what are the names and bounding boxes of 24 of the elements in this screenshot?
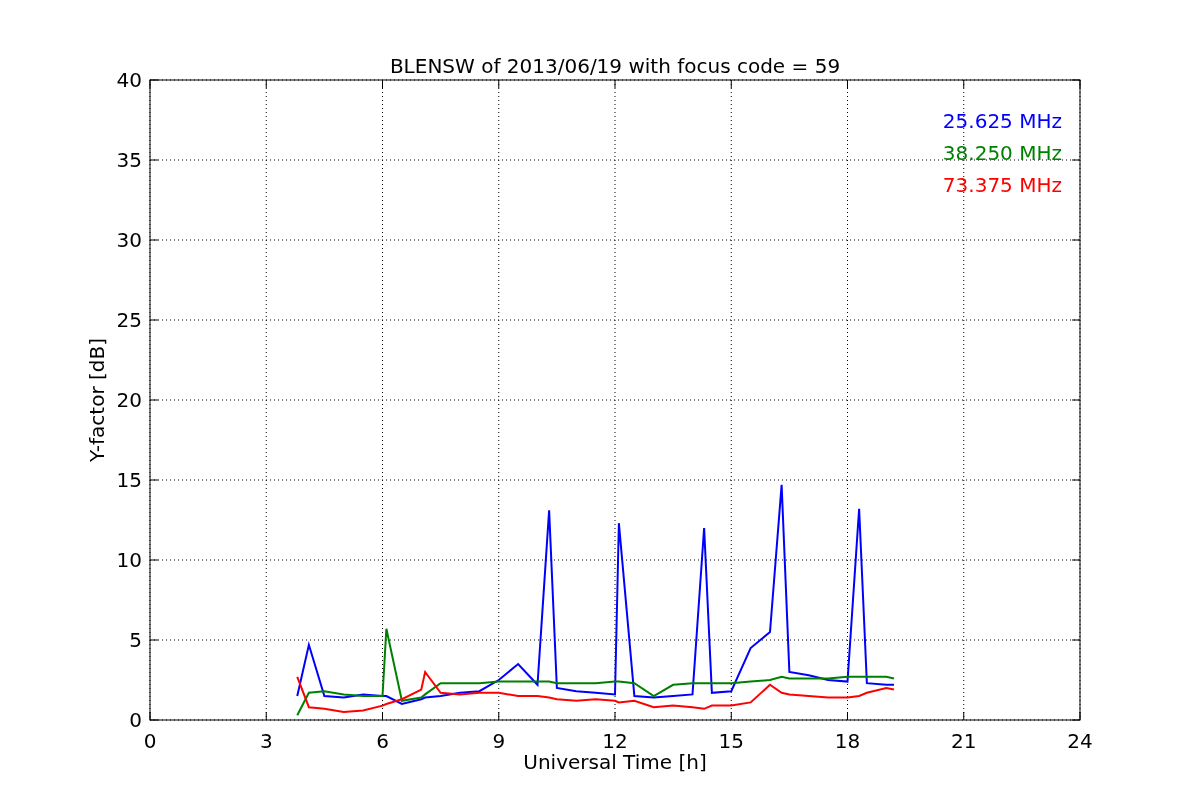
- tick-label: 25: [116, 308, 142, 332]
- tick-label: 15: [116, 468, 142, 492]
- legend-label: 38.250 MHz: [942, 141, 1062, 165]
- tick-label: 20: [116, 388, 142, 412]
- tick-label: 30: [116, 228, 142, 252]
- tick-label: 12: [602, 729, 628, 753]
- tick-label: 0: [129, 708, 142, 732]
- tick-label: 35: [116, 148, 142, 172]
- tick-label: 21: [951, 729, 977, 753]
- axis-label: Universal Time [h]: [523, 750, 707, 774]
- tick-label: 6: [376, 729, 389, 753]
- tick-label: 9: [492, 729, 506, 753]
- tick-label: 40: [116, 68, 142, 92]
- tick-label: 24: [1067, 729, 1093, 753]
- tick-label: 3: [259, 729, 273, 753]
- tick-label: 0: [143, 729, 157, 753]
- tick-label: 15: [718, 729, 744, 753]
- axis-label: Y-factor [dB]: [85, 338, 109, 462]
- chart-title: BLENSW of 2013/06/19 with focus code = 59: [389, 54, 841, 78]
- tick-label: 18: [834, 729, 861, 753]
- legend-label: 25.625 MHz: [942, 109, 1062, 133]
- legend-label: 73.375 MHz: [942, 173, 1062, 197]
- tick-label: 10: [116, 548, 142, 572]
- tick-label: 5: [129, 628, 142, 652]
